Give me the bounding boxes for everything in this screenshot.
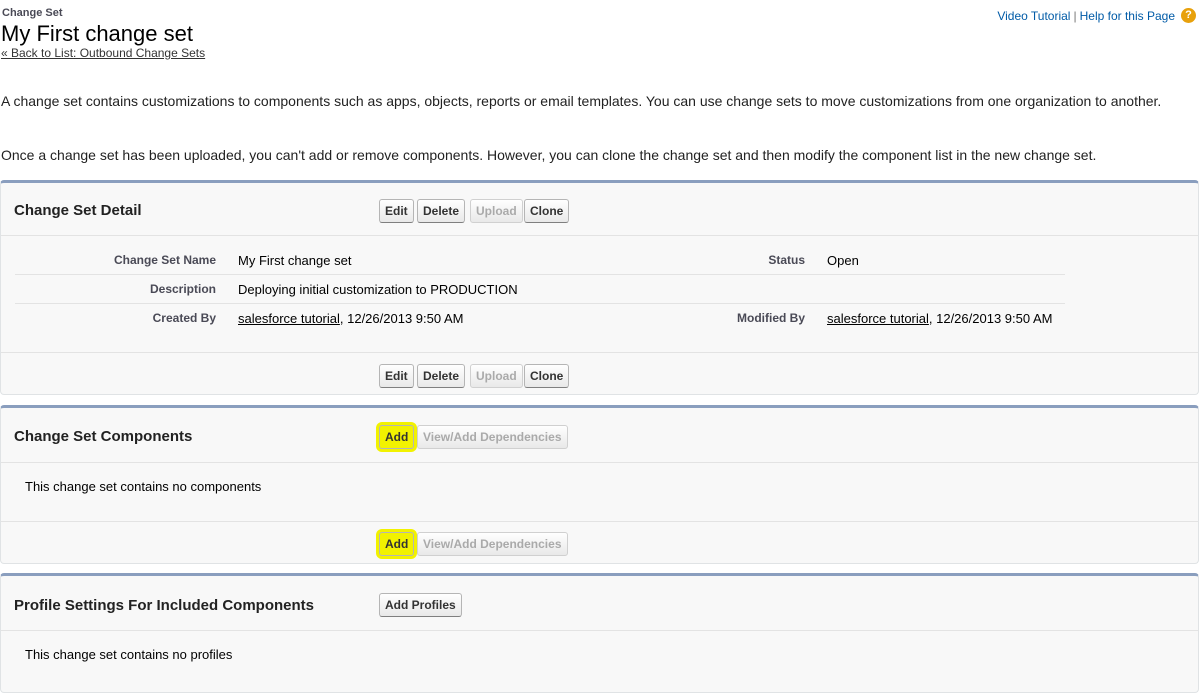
modified-by-user-link[interactable]: salesforce tutorial [827, 311, 929, 326]
modified-by-label: Modified By [737, 311, 805, 325]
delete-button-bottom[interactable]: Delete [417, 364, 466, 388]
created-by-date: , 12/26/2013 9:50 AM [339, 311, 464, 326]
no-components-message: This change set contains no components [25, 479, 262, 494]
divider [1, 235, 1198, 236]
description-label: Description [149, 282, 216, 296]
row-divider [15, 303, 1065, 304]
modified-by-value: salesforce tutorial, 12/26/2013 9:50 AM [827, 311, 1053, 326]
add-component-button[interactable]: Add [379, 425, 415, 449]
upload-button: Upload [470, 199, 523, 223]
edit-button[interactable]: Edit [379, 199, 414, 223]
intro-paragraph-2: Once a change set has been uploaded, you… [1, 147, 1097, 163]
no-profiles-message: This change set contains no profiles [25, 647, 233, 662]
change-set-components-section: Change Set Components Add View/Add Depen… [0, 405, 1199, 564]
page-type-label: Change Set [2, 7, 63, 19]
top-links: Video Tutorial | Help for this Page ? [997, 8, 1196, 23]
divider [1, 352, 1198, 353]
row-divider [15, 274, 1065, 275]
section-title: Profile Settings For Included Components [14, 597, 315, 614]
created-by-value: salesforce tutorial, 12/26/2013 9:50 AM [238, 311, 464, 326]
created-by-label: Created By [152, 311, 216, 325]
divider [1, 521, 1198, 522]
divider [1, 630, 1198, 631]
modified-by-date: , 12/26/2013 9:50 AM [928, 311, 1053, 326]
delete-button[interactable]: Delete [417, 199, 466, 223]
add-component-button-bottom[interactable]: Add [379, 532, 415, 556]
view-add-dependencies-button: View/Add Dependencies [417, 425, 568, 449]
help-for-page-link[interactable]: Help for this Page [1080, 9, 1175, 23]
add-profiles-button[interactable]: Add Profiles [379, 593, 462, 617]
video-tutorial-link[interactable]: Video Tutorial [997, 9, 1070, 23]
section-title: Change Set Detail [14, 202, 142, 219]
clone-button[interactable]: Clone [524, 199, 570, 223]
status-value: Open [827, 253, 859, 268]
created-by-user-link[interactable]: salesforce tutorial [238, 311, 340, 326]
question-mark-icon[interactable]: ? [1181, 8, 1196, 23]
section-title: Change Set Components [14, 428, 193, 445]
view-add-dependencies-button-bottom: View/Add Dependencies [417, 532, 568, 556]
back-to-list-link[interactable]: « Back to List: Outbound Change Sets [1, 46, 205, 60]
edit-button-bottom[interactable]: Edit [379, 364, 414, 388]
page-title: My First change set [1, 21, 193, 46]
status-label: Status [768, 253, 805, 267]
upload-button-bottom: Upload [470, 364, 523, 388]
description-value: Deploying initial customization to PRODU… [238, 282, 518, 297]
clone-button-bottom[interactable]: Clone [524, 364, 570, 388]
change-set-name-label: Change Set Name [113, 253, 216, 267]
link-separator: | [1073, 8, 1077, 23]
divider [1, 462, 1198, 463]
intro-paragraph-1: A change set contains customizations to … [1, 93, 1162, 109]
profile-settings-section: Profile Settings For Included Components… [0, 573, 1199, 693]
change-set-name-value: My First change set [238, 253, 352, 268]
change-set-detail-section: Change Set Detail Edit Delete Upload Clo… [0, 180, 1199, 395]
